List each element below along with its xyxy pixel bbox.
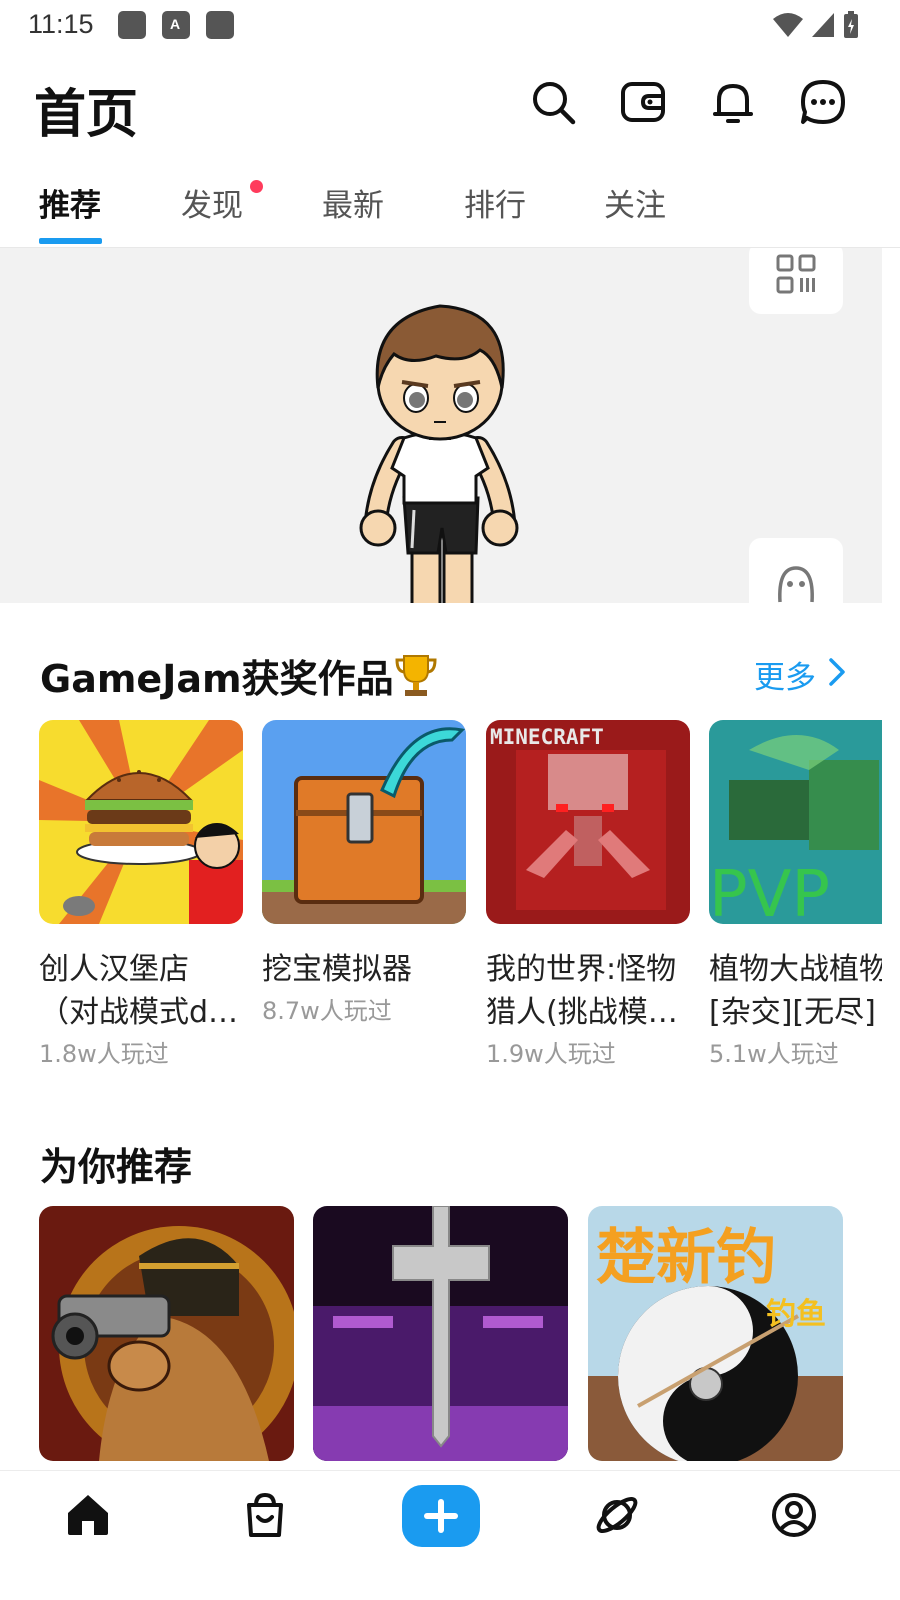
game-name: 我的世界:怪物猎人(挑战模…	[486, 952, 678, 1030]
chevron-right-icon[interactable]	[826, 657, 848, 687]
home-icon[interactable]	[64, 1491, 112, 1539]
tab-recommend[interactable]: 推荐	[39, 180, 101, 225]
tab-ranking[interactable]: 排行	[464, 180, 526, 225]
game-name: 创人汉堡店（对战模式d…	[39, 952, 239, 1030]
minecraft-logo-text: MINECRAFT	[490, 725, 604, 749]
status-icons	[772, 10, 860, 40]
game-card[interactable]: MINECRAFT 我的世界:怪物猎人(挑战模… 1.9w人玩过	[486, 720, 691, 1074]
recommend-game-thumbnail[interactable]: 楚新钓 钓鱼	[588, 1206, 843, 1461]
fishing-subtitle-text: 钓鱼	[766, 1297, 826, 1332]
game-play-count: 1.9w人玩过	[486, 1040, 616, 1068]
page-title: 首页	[34, 85, 139, 145]
bottom-nav	[0, 1470, 900, 1600]
wifi-icon	[773, 13, 803, 37]
game-name: 植物大战植物[杂交][无尽]	[709, 952, 882, 1030]
game-thumbnail[interactable]: PVP	[709, 720, 882, 924]
qr-code-icon	[776, 254, 816, 294]
signal-icon	[812, 13, 834, 37]
game-thumbnail[interactable]	[39, 720, 243, 924]
planet-icon[interactable]	[593, 1491, 641, 1539]
battery-icon	[844, 11, 858, 38]
game-play-count: 5.1w人玩过	[709, 1040, 839, 1068]
section-title-gamejam: GameJam获奖作品	[40, 648, 438, 703]
tab-following[interactable]: 关注	[604, 180, 666, 225]
avatar-character[interactable]	[340, 288, 540, 603]
game-thumbnail[interactable]	[262, 720, 466, 924]
recommend-game-thumbnail[interactable]	[39, 1206, 294, 1461]
add-button[interactable]	[402, 1485, 480, 1547]
store-bag-icon[interactable]	[241, 1491, 289, 1539]
notification-icon	[206, 11, 234, 39]
avatar-edit-button[interactable]	[749, 538, 843, 603]
recommend-game-thumbnail[interactable]	[313, 1206, 568, 1461]
notification-icon	[118, 11, 146, 39]
game-thumbnail[interactable]: MINECRAFT	[486, 720, 690, 924]
avatar-face-icon	[778, 566, 814, 603]
game-card[interactable]: PVP 植物大战植物[杂交][无尽] 5.1w人玩过	[709, 720, 882, 1074]
game-play-count: 8.7w人玩过	[262, 997, 392, 1025]
pvp-logo-text: PVP	[709, 858, 830, 924]
bell-icon[interactable]	[709, 78, 757, 126]
search-icon[interactable]	[529, 78, 577, 126]
section-title-recommend: 为你推荐	[40, 1145, 193, 1189]
tab-latest[interactable]: 最新	[322, 180, 384, 225]
add-icon	[424, 1499, 458, 1533]
fishing-title-text: 楚新钓	[596, 1223, 776, 1293]
notification-icon: A	[162, 11, 190, 39]
chat-icon[interactable]	[799, 78, 847, 126]
status-bar: 11:15 A	[0, 0, 900, 52]
game-card[interactable]: 创人汉堡店（对战模式d… 1.8w人玩过	[39, 720, 244, 1074]
tab-active-indicator	[39, 238, 102, 244]
tab-bar: 推荐 发现 最新 排行 关注	[0, 168, 900, 248]
wallet-icon[interactable]	[619, 78, 667, 126]
trophy-icon	[395, 655, 437, 696]
avatar-banner[interactable]	[0, 248, 882, 603]
more-link[interactable]: 更多	[754, 652, 816, 697]
tab-discover[interactable]: 发现	[181, 180, 243, 225]
profile-icon[interactable]	[770, 1491, 818, 1539]
header: 首页	[0, 58, 900, 158]
status-time: 11:15	[28, 9, 94, 39]
qr-code-button[interactable]	[749, 248, 843, 314]
game-card[interactable]: 挖宝模拟器 8.7w人玩过	[262, 720, 467, 1031]
new-dot-badge	[250, 180, 263, 193]
game-play-count: 1.8w人玩过	[39, 1040, 169, 1068]
